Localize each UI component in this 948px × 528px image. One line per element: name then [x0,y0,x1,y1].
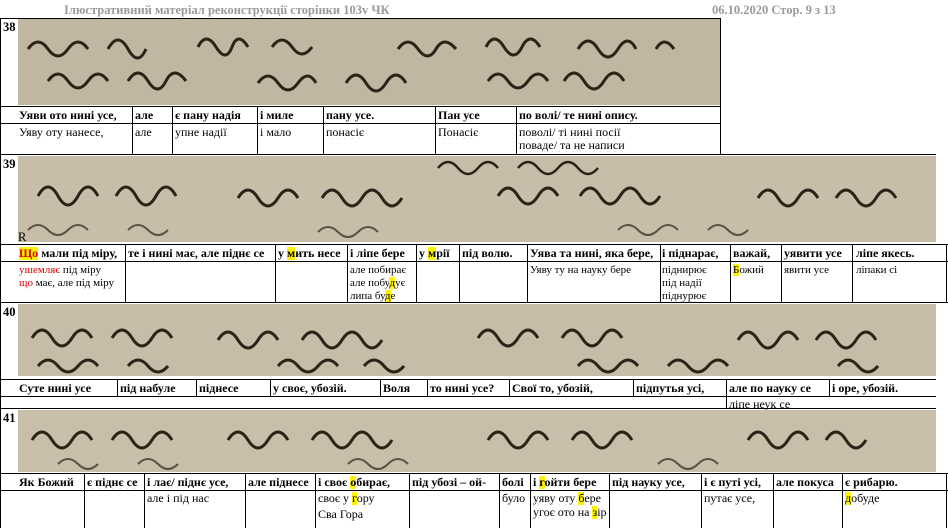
transcription-cell: і піднарає, [662,247,719,260]
reconstruction-cell: ліпаки сі [856,264,898,276]
recto-marker: R [18,230,27,244]
transcription-cell: але покуса [776,476,834,489]
transcription-cell: важай, [733,247,771,260]
reconstruction-cell: поваде/ та не написи [519,139,625,152]
transcription-cell: Уяви ото нині усе, [19,109,117,122]
transcription-cell: але по науку се [729,382,811,395]
transcription-cell: під убозі – ой- [412,476,487,489]
transcription-cell: під набуле [120,382,176,395]
reconstruction-cell: явити усе [784,264,829,276]
manuscript-line-image [18,19,720,105]
transcription-cell: і оре, убозій. [832,382,899,395]
transcription-cell: піднесе [199,382,239,395]
reconstruction-cell: що має, але під міру [19,277,114,289]
transcription-cell: те і нині має, але піднє се [128,247,265,260]
transcription-cell: у мить несе [278,247,341,260]
reconstruction-cell: ушемляє під міру [19,264,102,276]
transcription-cell: і гойти бере [533,476,597,489]
reconstruction-cell: липа буде [350,290,396,302]
reconstruction-cell: Уяву оту нанесе, [19,126,104,139]
transcription-cell: підпутья усі, [636,382,705,395]
reconstruction-cell: але побудує [350,277,406,289]
transcription-cell: і є путі усі, [704,476,761,489]
page-header: Ілюстративний матеріал реконструкції сто… [0,0,948,18]
reconstruction-cell: але і під нас [147,492,210,505]
reconstruction-cell: угоє ото на зір [533,506,607,519]
line-number: 40 [3,305,16,319]
transcription-cell: у своє, убозій. [273,382,347,395]
manuscript-line-image [18,410,936,472]
transcription-grid: 38 Уяви ото нині усе, але є пану надія і… [0,18,948,528]
transcription-cell: і своє обирає, [318,476,391,489]
reconstruction-cell: було [502,492,526,505]
transcription-cell: уявити усе [784,247,842,260]
reconstruction-cell: але [135,126,152,139]
reconstruction-cell: піднирює [662,264,707,276]
reconstruction-cell: Божий [733,264,764,276]
line-number: 39 [3,157,16,171]
transcription-cell: Пан усе [438,109,480,122]
transcription-cell: є пану надія [175,109,241,122]
document-title: Ілюстративний матеріал реконструкції сто… [64,3,390,17]
transcription-cell: то нині усе? [430,382,495,395]
manuscript-line-image [18,156,936,242]
reconstruction-cell: понасіє [326,126,364,139]
reconstruction-cell: і мало [260,126,292,139]
manuscript-line-image [18,304,936,376]
reconstruction-cell: упне надії [175,126,227,139]
transcription-cell: але піднесе [248,476,309,489]
date-page-number: 06.10.2020 Стор. 9 з 13 [712,3,836,17]
reconstruction-cell: Уяву ту на науку бере [530,264,631,276]
transcription-cell: Уява та нині, яка бере, [530,247,654,260]
transcription-cell: і миле [260,109,294,122]
reconstruction-cell: під надії [662,277,702,289]
reconstruction-cell: але побирає [350,264,407,276]
transcription-cell: є рибарю. [845,476,898,489]
transcription-cell: Суте нині усе [19,382,92,395]
line-number: 38 [3,20,16,34]
reconstruction-cell: путає усе, [704,492,756,505]
reconstruction-cell: добуде [845,492,880,505]
transcription-cell: під волю. [462,247,513,260]
transcription-cell: але [135,109,154,122]
transcription-cell: Свої то, убозій, [512,382,593,395]
transcription-cell: пану усе. [326,109,375,122]
transcription-cell: по волі/ те нині опису. [519,109,638,122]
transcription-cell: болі [502,476,524,489]
reconstruction-cell: поволі/ ті нині посії [519,126,621,139]
transcription-cell: є піднє се [87,476,138,489]
transcription-cell: у мрії [419,247,450,260]
line-number: 41 [3,411,16,425]
transcription-cell: Як Божий [19,476,74,489]
reconstruction-cell: піднурює [662,290,707,302]
reconstruction-cell: уяву оту бере [533,492,602,505]
reconstruction-cell: своє у гору [318,492,375,505]
transcription-cell: Воля [383,382,411,395]
transcription-cell: і ліпе бере [350,247,405,260]
reconstruction-cell: Понасіє [438,126,479,139]
transcription-cell: Що мали під міру, [19,247,118,260]
reconstruction-cell: Сва Гора [318,508,364,521]
transcription-cell: і лає/ піднє усе, [147,476,229,489]
transcription-cell: ліпе якесь. [856,247,915,260]
transcription-cell: під науку усе, [612,476,685,489]
